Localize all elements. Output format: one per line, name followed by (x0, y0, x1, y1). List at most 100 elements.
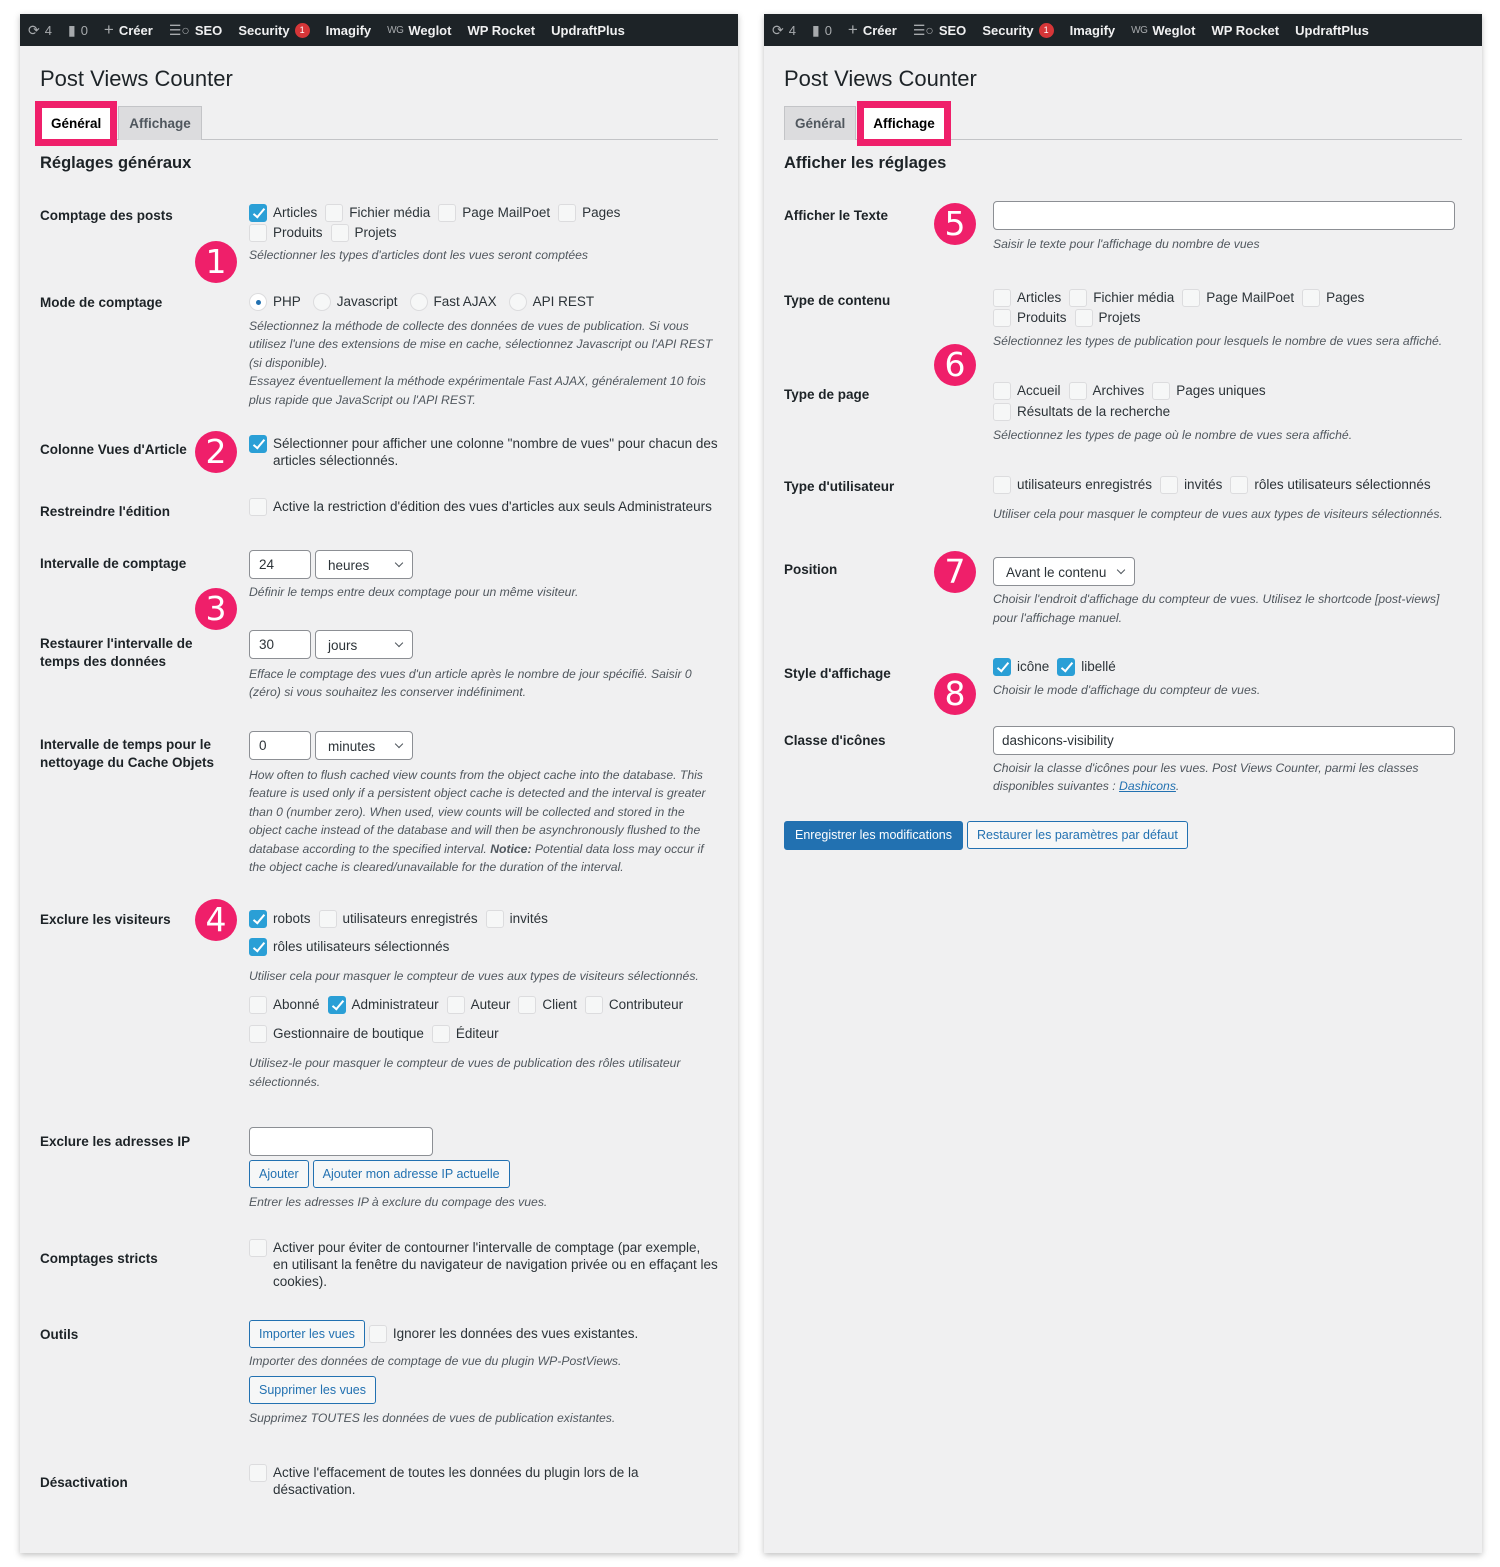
role-customer[interactable]: Client (518, 995, 577, 1015)
create-item[interactable]: + Créer (96, 14, 161, 46)
deactivation-checkbox[interactable] (249, 1463, 267, 1482)
exclude-registered[interactable]: utilisateurs enregistrés (318, 909, 478, 929)
checkbox[interactable] (993, 658, 1011, 676)
icon-class-input[interactable]: dashicons-visibility (993, 725, 1455, 755)
count-mode-api-rest[interactable]: API REST (508, 291, 594, 313)
exclude-selected-roles[interactable]: rôles utilisateurs sélectionnés (249, 937, 449, 957)
user-type-roles[interactable]: rôles utilisateurs sélectionnés (1230, 475, 1431, 495)
updraftplus-item[interactable]: UpdraftPlus (543, 14, 633, 46)
add-ip-button[interactable]: Ajouter (249, 1160, 309, 1188)
checkbox[interactable] (249, 1025, 267, 1043)
checkbox[interactable] (249, 909, 267, 928)
wprocket-item[interactable]: WP Rocket (1203, 14, 1287, 46)
checkbox[interactable] (327, 996, 346, 1014)
reset-interval-unit-select[interactable]: jours (315, 629, 413, 659)
user-type-guests[interactable]: invités (1160, 475, 1222, 495)
save-button[interactable]: Enregistrer les modifications (784, 820, 964, 850)
post-count-mailpoet[interactable]: Page MailPoet (438, 203, 550, 223)
checkbox[interactable] (249, 224, 267, 242)
imagify-item[interactable]: Imagify (1062, 14, 1124, 46)
checkbox[interactable] (438, 204, 457, 222)
role-contributor[interactable]: Contributeur (584, 995, 683, 1015)
delete-views-button[interactable]: Supprimer les vues (249, 1376, 376, 1404)
page-type-archives[interactable]: Archives (1068, 380, 1144, 401)
updraftplus-item[interactable]: UpdraftPlus (1287, 14, 1377, 46)
checkbox[interactable] (1182, 288, 1201, 307)
tab-display[interactable]: Affichage (118, 106, 202, 140)
security-item[interactable]: Security 1 (230, 14, 317, 46)
radio[interactable] (249, 292, 267, 311)
tab-general[interactable]: Général (784, 106, 857, 140)
checkbox[interactable] (993, 475, 1011, 494)
post-count-articles[interactable]: Articles (249, 203, 317, 223)
role-shop-manager[interactable]: Gestionnaire de boutique (249, 1024, 424, 1044)
checkbox[interactable] (1057, 658, 1076, 676)
radio[interactable] (409, 292, 428, 311)
checkbox[interactable] (518, 996, 537, 1014)
radio[interactable] (508, 292, 527, 311)
post-count-projects[interactable]: Projets (330, 223, 397, 243)
flush-interval-input[interactable]: 0 (249, 730, 311, 760)
imagify-item[interactable]: Imagify (318, 14, 380, 46)
checkbox[interactable] (1074, 308, 1093, 327)
post-views-column-checkbox[interactable] (249, 435, 267, 453)
page-type-search[interactable]: Résultats de la recherche (993, 401, 1170, 422)
post-count-media[interactable]: Fichier média (325, 203, 430, 223)
exclude-robots[interactable]: robots (249, 909, 311, 929)
page-type-singles[interactable]: Pages uniques (1152, 380, 1266, 401)
tab-general[interactable]: Général (34, 101, 118, 146)
create-item[interactable]: + Créer (840, 14, 905, 46)
exclude-guests[interactable]: invités (485, 909, 548, 929)
checkbox[interactable] (330, 224, 349, 242)
position-select[interactable]: Avant le contenu (993, 557, 1136, 586)
page-type-home[interactable]: Accueil (993, 380, 1061, 401)
checkbox[interactable] (1160, 475, 1179, 494)
content-type-pages[interactable]: Pages (1302, 288, 1364, 308)
count-interval-input[interactable]: 24 (249, 550, 311, 579)
checkbox[interactable] (1069, 288, 1088, 307)
add-current-ip-button[interactable]: Ajouter mon adresse IP actuelle (312, 1160, 510, 1188)
restrict-edit-checkbox[interactable] (249, 498, 267, 516)
content-type-media[interactable]: Fichier média (1069, 288, 1174, 308)
checkbox[interactable] (1302, 288, 1321, 307)
checkbox[interactable] (368, 1324, 387, 1343)
checkbox[interactable] (249, 937, 267, 956)
dashicons-link[interactable]: Dashicons (1119, 779, 1176, 793)
checkbox[interactable] (993, 381, 1011, 400)
role-editor[interactable]: Éditeur (431, 1024, 499, 1044)
role-author[interactable]: Auteur (446, 995, 510, 1015)
updates-item[interactable]: ⟳ 4 (20, 14, 60, 46)
checkbox[interactable] (446, 996, 465, 1014)
display-style-icon[interactable]: icône (993, 657, 1049, 677)
checkbox[interactable] (485, 909, 504, 928)
checkbox[interactable] (1068, 381, 1087, 400)
radio[interactable] (312, 292, 331, 311)
updates-item[interactable]: ⟳ 4 (764, 14, 804, 46)
content-type-mailpoet[interactable]: Page MailPoet (1182, 288, 1294, 308)
reset-interval-input[interactable]: 30 (249, 629, 311, 659)
seo-item[interactable]: ☰○ SEO (161, 14, 230, 46)
flush-interval-unit-select[interactable]: minutes (315, 730, 413, 760)
user-type-registered[interactable]: utilisateurs enregistrés (993, 475, 1152, 495)
checkbox[interactable] (431, 1025, 450, 1043)
checkbox[interactable] (558, 204, 577, 222)
count-interval-unit-select[interactable]: heures (315, 550, 413, 579)
content-type-articles[interactable]: Articles (993, 288, 1061, 308)
security-item[interactable]: Security 1 (974, 14, 1061, 46)
wprocket-item[interactable]: WP Rocket (459, 14, 543, 46)
checkbox[interactable] (249, 996, 267, 1014)
comments-item[interactable]: ▮ 0 (804, 14, 840, 46)
count-mode-php[interactable]: PHP (249, 291, 301, 313)
content-type-products[interactable]: Produits (993, 308, 1067, 328)
exclude-ip-input[interactable] (249, 1127, 433, 1156)
content-type-projects[interactable]: Projets (1074, 308, 1141, 328)
post-count-pages[interactable]: Pages (558, 203, 620, 223)
checkbox[interactable] (249, 204, 267, 222)
count-mode-javascript[interactable]: Javascript (312, 291, 398, 313)
checkbox[interactable] (318, 909, 337, 928)
count-mode-fast-ajax[interactable]: Fast AJAX (409, 291, 497, 313)
strict-counts-checkbox[interactable] (249, 1238, 267, 1257)
checkbox[interactable] (1230, 475, 1249, 494)
seo-item[interactable]: ☰○ SEO (905, 14, 974, 46)
checkbox[interactable] (993, 288, 1011, 307)
